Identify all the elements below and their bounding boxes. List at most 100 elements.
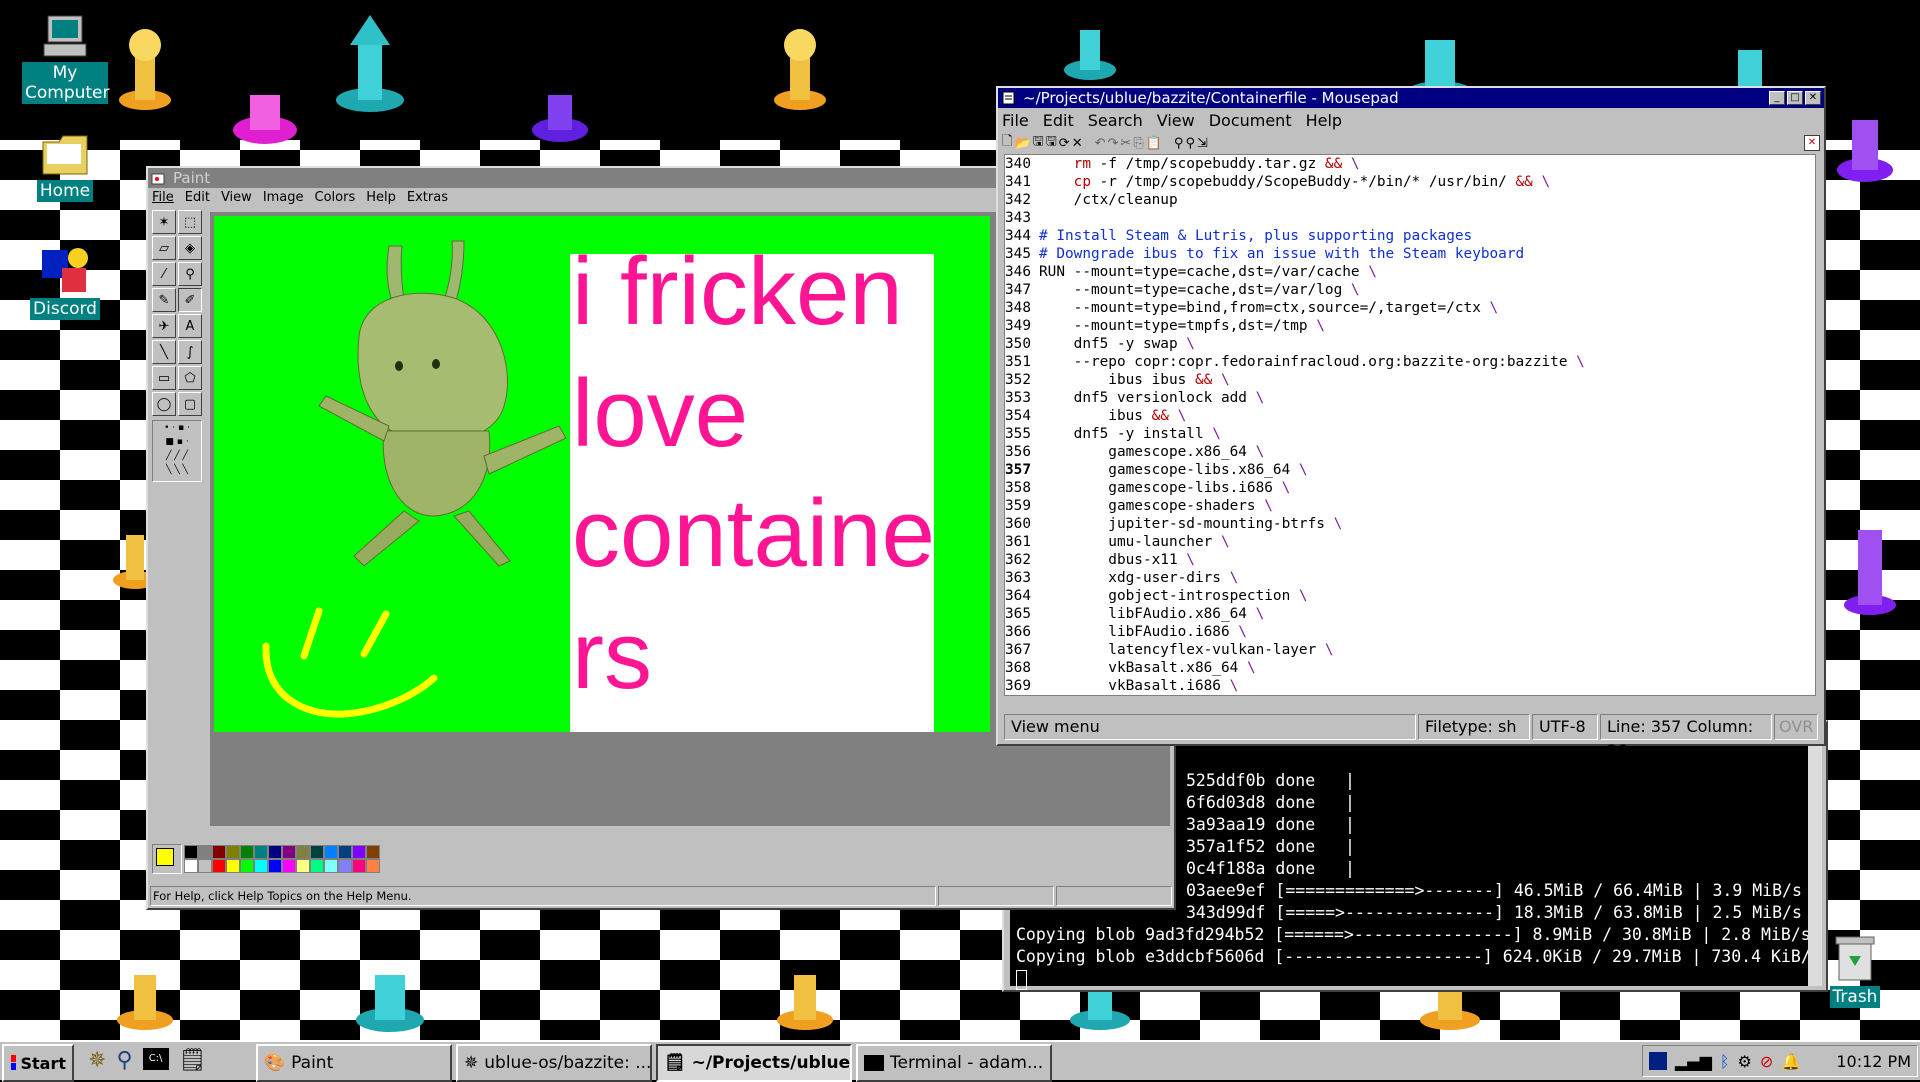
mute-icon[interactable]: ⊘ [1760,1052,1773,1071]
desktop-icon-my-computer[interactable]: My Computer [10,14,120,104]
polygon-tool-icon[interactable]: ⬠ [178,366,202,390]
palette-swatch[interactable] [240,845,254,859]
tray-tool-icon[interactable]: ⚙ [1738,1052,1752,1071]
new-file-icon[interactable]: 🗋 [1002,132,1012,154]
palette-swatch[interactable] [226,859,240,873]
menu-edit[interactable]: Edit [185,190,210,205]
menu-colors[interactable]: Colors [315,190,356,205]
palette-swatch[interactable] [184,859,198,873]
palette-swatch[interactable] [212,859,226,873]
status-ovr[interactable]: OVR [1774,714,1818,740]
terminal-scrollbar[interactable] [1808,744,1822,986]
palette-swatch[interactable] [282,859,296,873]
close-tab-icon[interactable]: ✕ [1804,135,1820,151]
status-encoding[interactable]: UTF-8 [1532,714,1598,740]
palette-swatch[interactable] [268,859,282,873]
tool-options[interactable]: • · ▪ · ■ ▪ · ╱ ╱ ╱ ╲ ╲ ╲ [152,420,202,482]
close-button[interactable]: ✕ [1805,91,1821,105]
file-search-icon[interactable]: ⚲ [116,1048,132,1073]
palette-swatch[interactable] [296,859,310,873]
menu-document[interactable]: Document [1209,111,1292,130]
find-replace-icon[interactable]: ⚲ [1185,136,1195,151]
save-as-icon[interactable]: 🖫 [1046,132,1057,154]
save-icon[interactable]: 🖫 [1033,132,1044,154]
magnifier-tool-icon[interactable]: ⚲ [178,262,202,286]
free-select-tool-icon[interactable]: ✶ [152,210,176,234]
menu-view[interactable]: View [221,190,252,205]
signal-icon[interactable]: ▂▄▆ [1675,1052,1712,1071]
desktop-icon-discord[interactable]: Discord [10,244,120,320]
reload-icon[interactable]: ⟳ [1059,136,1070,151]
palette-swatch[interactable] [338,859,352,873]
palette-swatch[interactable] [226,845,240,859]
find-icon[interactable]: ⚲ [1174,136,1184,151]
menu-edit[interactable]: Edit [1043,111,1074,130]
current-colors[interactable] [152,844,182,874]
line-tool-icon[interactable]: ╲ [152,340,176,364]
menu-file[interactable]: File [1002,111,1029,130]
palette-swatch[interactable] [184,845,198,859]
notification-bell-icon[interactable]: 🔔 [1781,1052,1801,1071]
helm-icon[interactable]: ✵ [88,1048,106,1073]
desktop-icon-home[interactable]: Home [10,132,120,202]
ellipse-tool-icon[interactable]: ◯ [152,392,176,416]
start-button[interactable]: Start [2,1044,74,1082]
menu-help[interactable]: Help [366,190,396,205]
palette-swatch[interactable] [324,859,338,873]
copy-icon[interactable]: ⎘ [1133,136,1143,151]
maximize-button[interactable]: □ [1787,91,1803,105]
rect-select-tool-icon[interactable]: ⬚ [178,210,202,234]
open-file-icon[interactable]: 📂 [1014,136,1030,151]
palette-swatch[interactable] [366,845,380,859]
paste-icon[interactable]: 📋 [1146,136,1162,151]
palette-swatch[interactable] [352,859,366,873]
rounded-rect-tool-icon[interactable]: ▢ [178,392,202,416]
undo-icon[interactable]: ↶ [1095,136,1106,151]
minimize-button[interactable]: _ [1769,91,1785,105]
menu-help[interactable]: Help [1306,111,1342,130]
airbrush-tool-icon[interactable]: ✈ [152,314,176,338]
cut-icon[interactable]: ✂ [1120,136,1131,151]
palette-swatch[interactable] [282,845,296,859]
palette-swatch[interactable] [198,845,212,859]
task-mousepad[interactable]: 🗒 ~/Projects/ublue/... [656,1044,852,1082]
palette-swatch[interactable] [366,859,380,873]
paint-canvas[interactable]: i fricken love containe rs [214,216,990,732]
rectangle-tool-icon[interactable]: ▭ [152,366,176,390]
terminal-icon[interactable]: C:\ [142,1048,169,1070]
task-paint[interactable]: 🎨 Paint [256,1044,452,1082]
menu-file[interactable]: File [152,190,174,205]
code-editor[interactable]: 340 rm -f /tmp/scopebuddy.tar.gz && \ 341… [1004,154,1816,696]
palette-swatch[interactable] [310,845,324,859]
palette-swatch[interactable] [310,859,324,873]
menu-search[interactable]: Search [1088,111,1143,130]
palette-swatch[interactable] [324,845,338,859]
palette-swatch[interactable] [352,845,366,859]
menu-view[interactable]: View [1157,111,1195,130]
mousepad-window[interactable]: ~/Projects/ublue/bazzite/Containerfile -… [996,86,1826,760]
redo-icon[interactable]: ↷ [1108,136,1119,151]
picker-tool-icon[interactable]: ⁄ [152,262,176,286]
palette-swatch[interactable] [268,845,282,859]
tray-app-icon[interactable] [1649,1052,1667,1070]
notes-icon[interactable]: 🗒 [179,1048,207,1073]
brush-tool-icon[interactable]: ✐ [178,288,202,312]
mousepad-titlebar[interactable]: ~/Projects/ublue/bazzite/Containerfile -… [998,88,1824,108]
clock[interactable]: 10:12 PM [1836,1052,1911,1071]
task-browser[interactable]: ✵ ublue-os/bazzite: ... [456,1044,652,1082]
palette-swatch[interactable] [254,859,268,873]
bluetooth-icon[interactable]: ᛒ [1720,1052,1730,1071]
close-file-icon[interactable]: ✕ [1072,136,1083,151]
fill-tool-icon[interactable]: ◈ [178,236,202,260]
text-tool-icon[interactable]: A [178,314,202,338]
eraser-tool-icon[interactable]: ▱ [152,236,176,260]
pencil-tool-icon[interactable]: ✎ [152,288,176,312]
palette-swatch[interactable] [198,859,212,873]
status-filetype[interactable]: Filetype: sh [1418,714,1530,740]
palette-swatch[interactable] [296,845,310,859]
menu-extras[interactable]: Extras [407,190,448,205]
palette-swatch[interactable] [254,845,268,859]
curve-tool-icon[interactable]: ∫ [178,340,202,364]
palette-swatch[interactable] [212,845,226,859]
go-to-icon[interactable]: ⇲ [1197,136,1208,151]
